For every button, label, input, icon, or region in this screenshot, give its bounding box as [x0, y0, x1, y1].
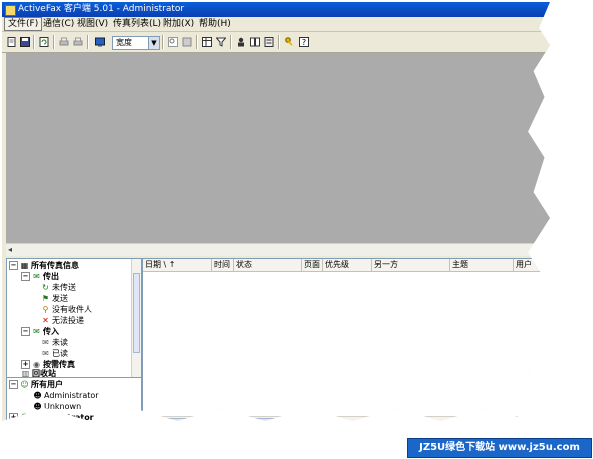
title-bar[interactable]: ActiveFax 客户端 5.01 - Administrator	[2, 2, 550, 17]
user-button[interactable]	[235, 36, 247, 48]
zoom-button[interactable]	[167, 36, 179, 48]
tree-sent[interactable]: ⚑ 发送	[41, 293, 68, 304]
monitor-icon	[95, 37, 105, 47]
magnifier-icon	[168, 37, 178, 47]
book-icon	[250, 37, 260, 47]
key-icon	[285, 37, 293, 46]
sync-icon: ↻	[42, 283, 49, 292]
filter-button[interactable]	[215, 36, 227, 48]
tree-no-recipient[interactable]: ⚲ 没有收件人	[41, 304, 92, 315]
menu-extras[interactable]: 附加(X)	[160, 18, 197, 30]
users-icon: ☺	[20, 380, 29, 389]
printer-icon	[59, 37, 69, 46]
unread-icon: ✉	[42, 338, 49, 347]
menu-bar: 文件(F) 通信(C) 视图(V) 传真列表(L) 附加(X) 帮助(H)	[2, 17, 550, 32]
grid-icon: ▦	[20, 261, 29, 270]
save-icon	[20, 37, 30, 47]
tree-read[interactable]: ✉ 已读	[41, 348, 68, 359]
tree-root-all-faxes[interactable]: − ▦ 所有传真信息	[9, 260, 79, 271]
app-window: ActiveFax 客户端 5.01 - Administrator 文件(F)…	[2, 2, 550, 422]
chevron-down-icon[interactable]: ▼	[148, 37, 159, 49]
menu-help[interactable]: 帮助(H)	[196, 18, 234, 30]
phonebook-button[interactable]	[263, 36, 275, 48]
column-priority[interactable]: 优先级	[323, 259, 372, 271]
fax-preview-pane	[6, 53, 550, 243]
tree-all-users[interactable]: − ☺ 所有用户	[9, 379, 63, 390]
outbox-icon: ✉	[33, 272, 40, 281]
page-button[interactable]	[181, 36, 193, 48]
site-watermark: JZ5U绿色下载站 www.jz5u.com	[407, 438, 592, 458]
options-button[interactable]	[284, 36, 296, 48]
inbox-icon: ✉	[33, 327, 40, 336]
chevron-left-icon[interactable]: ◂	[8, 244, 12, 256]
help-icon: ?	[299, 37, 309, 47]
menu-communication[interactable]: 通信(C)	[40, 18, 77, 30]
column-subject[interactable]: 主题	[450, 259, 514, 271]
flag-icon: ⚑	[41, 294, 50, 303]
window-title: ActiveFax 客户端 5.01 - Administrator	[18, 4, 185, 14]
user-icon: ☻	[33, 391, 42, 400]
column-time[interactable]: 时间	[212, 259, 234, 271]
zoom-combo[interactable]: 宽度 ▼	[112, 36, 160, 50]
user-icon	[238, 37, 244, 47]
phonebook-icon	[264, 37, 274, 47]
read-icon: ✉	[42, 349, 49, 358]
toolbar: 宽度 ▼ ?	[2, 32, 550, 53]
svg-text:?: ?	[302, 38, 306, 47]
column-status[interactable]: 状态	[234, 259, 302, 271]
new-fax-button[interactable]	[6, 36, 18, 48]
user-tree[interactable]: − ☺ 所有用户 ☻ Administrator ☻ Unknown + ☺ Adminis…	[6, 377, 142, 422]
tree-failed[interactable]: ✕ 无法投递	[41, 315, 84, 326]
tree-scrollbar-thumb[interactable]	[133, 273, 140, 353]
menu-fax-list[interactable]: 传真列表(L)	[110, 18, 164, 30]
column-party[interactable]: 另一方	[372, 259, 450, 271]
column-pages[interactable]: 页面	[302, 259, 323, 271]
save-button[interactable]	[19, 36, 31, 48]
fax-list[interactable]: 日期 \ ↑ 时间 状态 页面 优先级 另一方 主题 用户	[142, 258, 550, 422]
new-document-icon	[7, 37, 16, 47]
fax-list-header: 日期 \ ↑ 时间 状态 页面 优先级 另一方 主题 用户	[143, 259, 550, 272]
refresh-icon	[39, 37, 49, 47]
menu-view[interactable]: 视图(V)	[74, 18, 111, 30]
list-scrollbar[interactable]	[143, 416, 550, 422]
recipient-icon: ⚲	[42, 305, 49, 314]
column-user[interactable]: 用户	[514, 259, 550, 271]
zoom-combo-value: 宽度	[116, 38, 132, 47]
tree-group-administrator[interactable]: + ☺ Administrator	[9, 412, 94, 422]
folder-tree[interactable]: − ▦ 所有传真信息 − ✉ 传出 ↻ 未传送 ⚑ 发送 ⚲ 没有收件人 ✕ 无法投递 − ✉ 传入…	[6, 258, 142, 378]
users-icon: ☺	[20, 413, 29, 422]
help-button[interactable]: ?	[298, 36, 310, 48]
menu-file[interactable]: 文件(F)	[4, 17, 43, 31]
tree-unsent[interactable]: ↻ 未传送	[41, 282, 76, 293]
refresh-button[interactable]	[38, 36, 50, 48]
x-icon: ✕	[42, 316, 49, 325]
print-preview-button[interactable]	[72, 36, 84, 48]
addressbook-button[interactable]	[249, 36, 261, 48]
user-icon: ☻	[33, 402, 42, 411]
tree-inbox[interactable]: − ✉ 传入	[21, 326, 59, 337]
tree-user-unknown[interactable]: ☻ Unknown	[33, 401, 81, 412]
filter-icon	[216, 37, 226, 47]
tree-scrollbar[interactable]	[131, 259, 141, 377]
printer-icon	[73, 37, 83, 46]
columns-button[interactable]	[201, 36, 213, 48]
list-scrollbar-thumb[interactable]	[147, 418, 337, 422]
tree-outbox[interactable]: − ✉ 传出	[21, 271, 59, 282]
table-icon	[202, 37, 212, 47]
preview-scrollbar[interactable]: ◂	[6, 243, 550, 256]
print-button[interactable]	[58, 36, 70, 48]
fax-view-button[interactable]	[94, 36, 106, 48]
tree-unread[interactable]: ✉ 未读	[41, 337, 68, 348]
column-date[interactable]: 日期 \ ↑	[143, 259, 212, 271]
page-icon	[182, 37, 192, 47]
tree-user-administrator[interactable]: ☻ Administrator	[33, 390, 98, 401]
app-icon	[5, 5, 16, 16]
